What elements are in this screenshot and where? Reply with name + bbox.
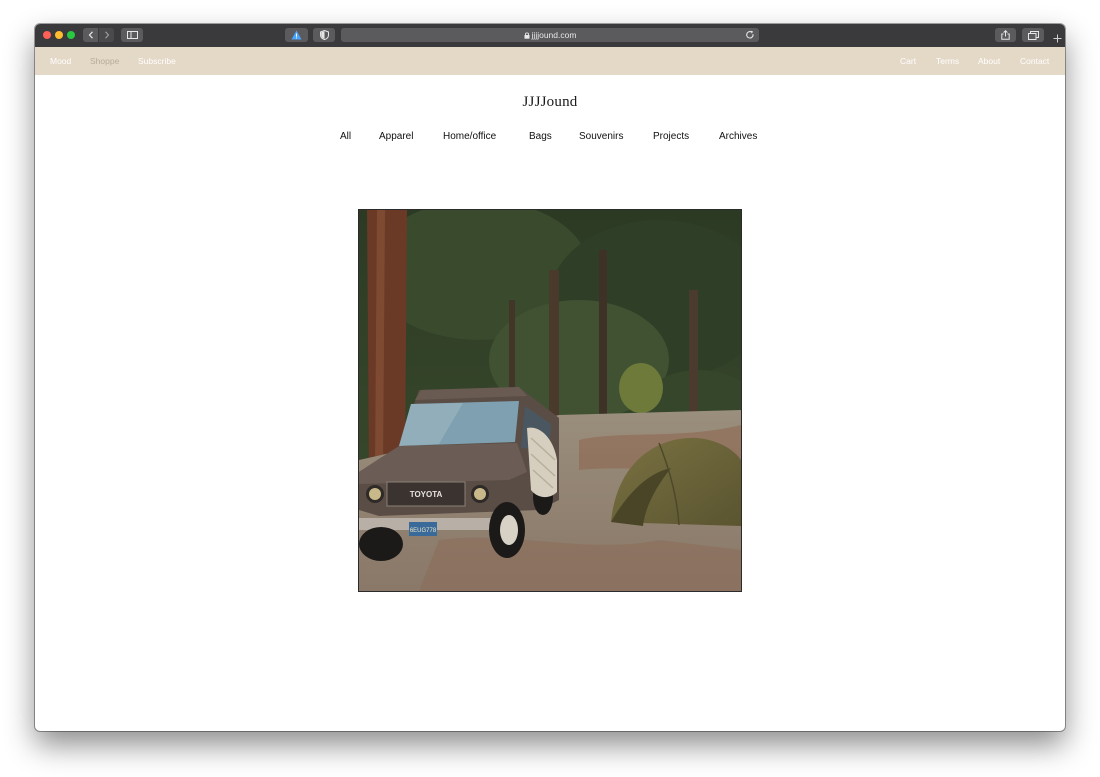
sidebar-toggle-button[interactable] <box>121 28 143 42</box>
site-logo[interactable]: JJJJound <box>35 94 1065 111</box>
category-projects[interactable]: Projects <box>653 130 689 144</box>
category-nav: All Apparel Home/office Bags Souvenirs P… <box>35 130 1065 144</box>
category-home-office[interactable]: Home/office <box>443 130 496 144</box>
minimize-window-button[interactable] <box>55 31 63 39</box>
topbar-link-shoppe[interactable]: Shoppe <box>90 47 119 75</box>
share-icon <box>1001 30 1010 40</box>
url-text: jjjjound.com <box>531 30 577 40</box>
license-plate: 6EUG778 <box>410 528 437 534</box>
hero-photo[interactable]: TOYOTA 6EUG778 <box>358 209 742 592</box>
new-tab-button[interactable] <box>1049 30 1065 47</box>
topbar-link-mood[interactable]: Mood <box>50 47 71 75</box>
chevron-left-icon <box>88 31 93 39</box>
reload-icon[interactable] <box>745 30 755 40</box>
sidebar-icon <box>126 31 138 39</box>
zoom-window-button[interactable] <box>67 31 75 39</box>
privacy-warning-button[interactable] <box>285 28 308 42</box>
shield-icon <box>319 30 329 40</box>
browser-toolbar: jjjjound.com <box>35 24 1065 48</box>
lock-icon <box>524 32 530 39</box>
category-apparel[interactable]: Apparel <box>379 130 413 144</box>
topbar-link-about[interactable]: About <box>978 47 1000 75</box>
url-display[interactable]: jjjjound.com <box>341 28 759 42</box>
share-button[interactable] <box>995 28 1016 42</box>
privacy-report-button[interactable] <box>313 28 335 42</box>
close-window-button[interactable] <box>43 31 51 39</box>
chevron-right-icon <box>104 31 109 39</box>
back-button[interactable] <box>83 28 98 42</box>
category-bags[interactable]: Bags <box>529 130 552 144</box>
address-bar[interactable]: jjjjound.com <box>341 28 759 42</box>
category-archives[interactable]: Archives <box>719 130 757 144</box>
topbar-link-subscribe[interactable]: Subscribe <box>138 47 176 75</box>
topbar-link-cart[interactable]: Cart <box>900 47 916 75</box>
site-top-bar: Mood Shoppe Subscribe Cart Terms About C… <box>35 47 1065 75</box>
grille-badge: TOYOTA <box>410 490 443 499</box>
forward-button[interactable] <box>99 28 114 42</box>
category-souvenirs[interactable]: Souvenirs <box>579 130 623 144</box>
camp-scene-illustration: TOYOTA 6EUG778 <box>359 210 741 591</box>
category-all[interactable]: All <box>340 130 351 144</box>
tabs-icon <box>1027 30 1039 40</box>
topbar-link-terms[interactable]: Terms <box>936 47 959 75</box>
topbar-link-contact[interactable]: Contact <box>1020 47 1049 75</box>
plus-icon <box>1053 34 1061 43</box>
warning-icon <box>291 30 302 40</box>
tab-overview-button[interactable] <box>1022 28 1044 42</box>
browser-window: jjjjound.com Mood Shoppe Subscribe Cart … <box>35 24 1065 731</box>
